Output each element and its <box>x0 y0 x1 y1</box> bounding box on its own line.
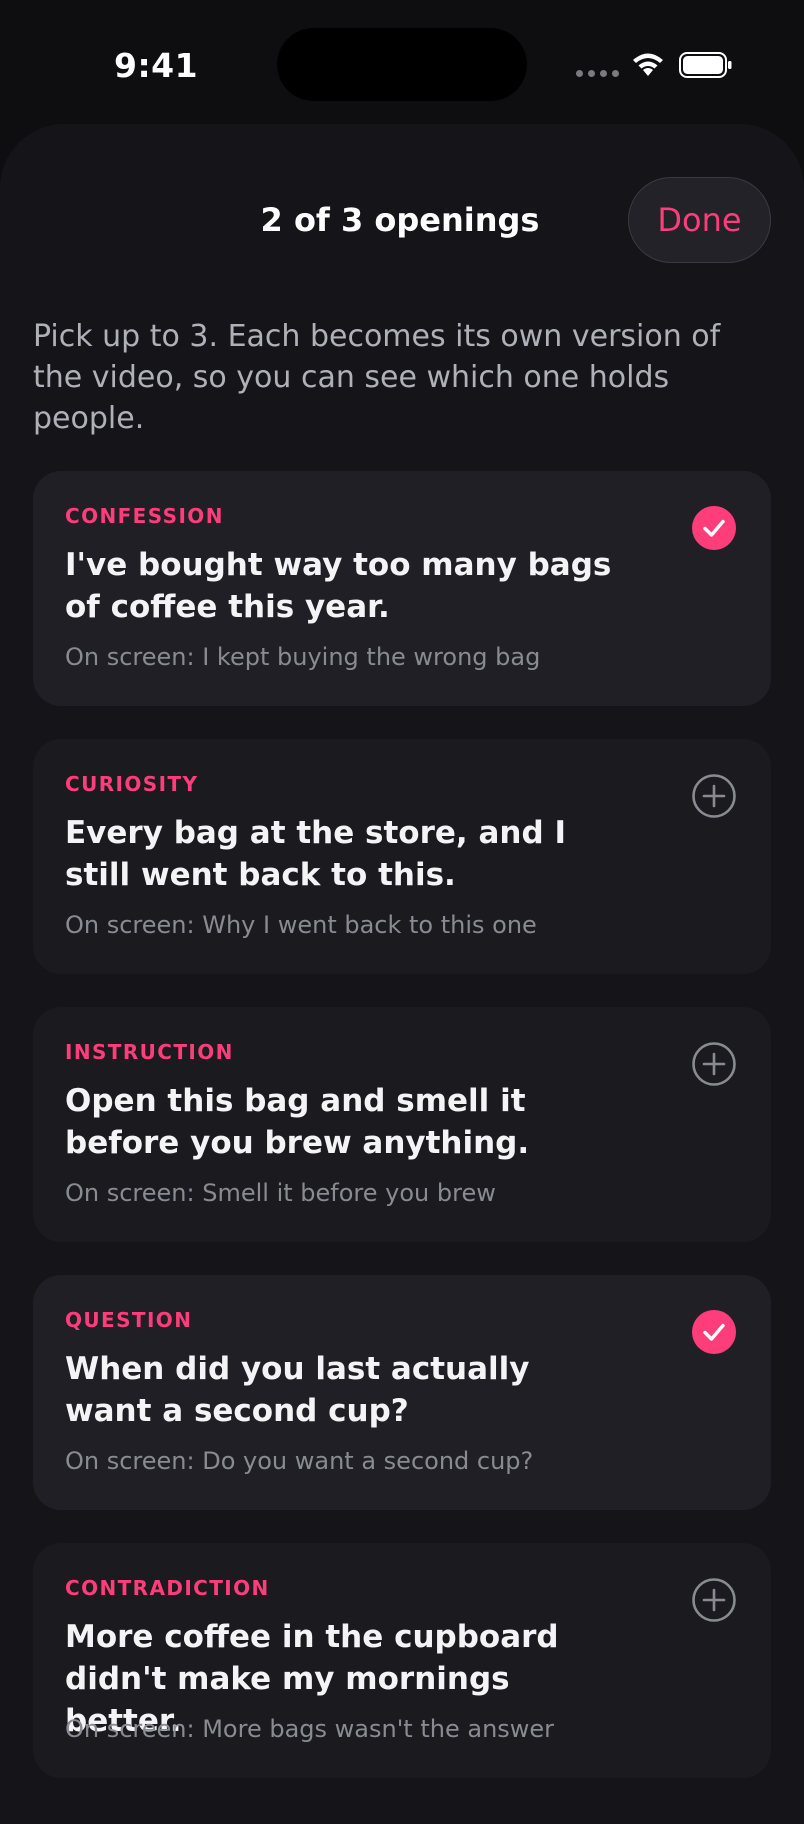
status-time: 9:41 <box>114 46 199 85</box>
intro-text: Pick up to 3. Each becomes its own versi… <box>33 319 721 436</box>
opening-hook: When did you last actually want a second… <box>65 1351 530 1429</box>
battery-icon <box>679 52 732 78</box>
opening-on-screen-text: On screen: Why I went back to this one <box>65 911 537 939</box>
plus-circle-icon[interactable] <box>691 1577 737 1623</box>
plus-circle-icon[interactable] <box>691 1041 737 1087</box>
opening-on-screen-text: On screen: Do you want a second cup? <box>65 1447 534 1475</box>
checkmark-selected-icon[interactable] <box>691 1309 737 1355</box>
opening-category: QUESTION <box>65 1308 193 1332</box>
checkmark-selected-icon[interactable] <box>691 505 737 551</box>
wifi-icon <box>633 53 663 76</box>
dynamic-island <box>277 28 527 101</box>
opening-on-screen-text: On screen: More bags wasn't the answer <box>65 1715 555 1743</box>
opening-category: CURIOSITY <box>65 772 199 796</box>
done-button[interactable]: Done <box>628 177 771 263</box>
opening-card[interactable]: CURIOSITY Every bag at the store, and I … <box>33 739 771 974</box>
opening-card[interactable]: QUESTION When did you last actually want… <box>33 1275 771 1510</box>
opening-on-screen-text: On screen: I kept buying the wrong bag <box>65 643 541 671</box>
opening-card[interactable]: CONTRADICTION More coffee in the cupboar… <box>33 1543 771 1778</box>
opening-card[interactable]: CONFESSION I've bought way too many bags… <box>33 471 771 706</box>
plus-circle-icon[interactable] <box>691 773 737 819</box>
cellular-signal-icon <box>576 70 619 77</box>
opening-category: CONTRADICTION <box>65 1576 270 1600</box>
opening-hook: Open this bag and smell it before you br… <box>65 1083 530 1161</box>
opening-category: INSTRUCTION <box>65 1040 234 1064</box>
opening-on-screen-text: On screen: Smell it before you brew <box>65 1179 496 1207</box>
status-bar: 9:41 <box>0 0 804 130</box>
opening-card[interactable]: INSTRUCTION Open this bag and smell it b… <box>33 1007 771 1242</box>
opening-hook: Every bag at the store, and I still went… <box>65 815 566 893</box>
opening-category: CONFESSION <box>65 504 224 528</box>
opening-hook: I've bought way too many bags of coffee … <box>65 547 612 625</box>
